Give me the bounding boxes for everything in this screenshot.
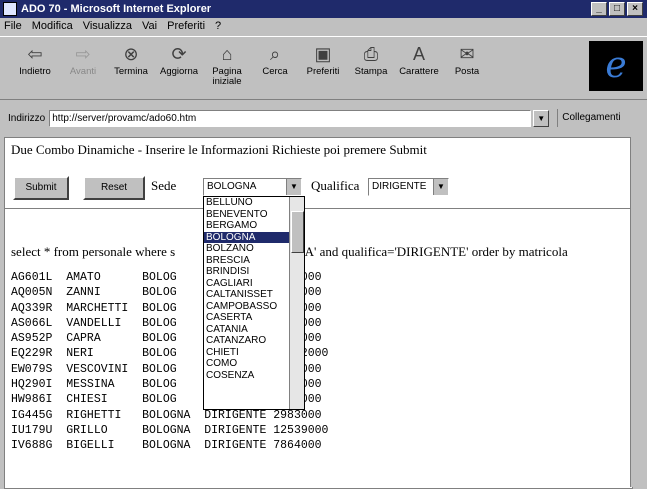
qualifica-value: DIRIGENTE bbox=[372, 181, 427, 192]
page-scrollbar[interactable] bbox=[630, 137, 645, 487]
close-button[interactable]: × bbox=[627, 2, 643, 16]
table-row: IU179U GRILLO BOLOGNA DIRIGENTE 12539000 bbox=[11, 423, 329, 437]
sql-text-left: select * from personale where s bbox=[11, 244, 176, 259]
sede-dropdown-list[interactable]: BELLUNO BENEVENTO BERGAMO BOLOGNA BOLZANO BRE… bbox=[203, 196, 305, 410]
menu-file[interactable]: File bbox=[4, 20, 22, 32]
address-label: Indirizzo bbox=[8, 112, 46, 124]
forward-arrow-icon: ⇨ bbox=[75, 44, 91, 64]
minimize-button[interactable]: _ bbox=[591, 2, 607, 16]
refresh-button[interactable]: ⟳ Aggiorna bbox=[154, 43, 204, 87]
mail-button[interactable]: ✉ Posta bbox=[442, 43, 492, 87]
address-bar: Indirizzo http://server/provamc/ado60.ht… bbox=[0, 107, 647, 129]
forward-button[interactable]: ⇨ Avanti bbox=[58, 43, 108, 87]
print-button[interactable]: ⎙ Stampa bbox=[346, 43, 396, 87]
reset-button[interactable]: Reset bbox=[83, 176, 145, 200]
address-dropdown-button[interactable]: ▼ bbox=[533, 109, 550, 127]
menu-vai[interactable]: Vai bbox=[142, 20, 157, 32]
stop-button[interactable]: ⊗ Termina bbox=[106, 43, 156, 87]
mail-icon: ✉ bbox=[459, 44, 475, 64]
maximize-button[interactable]: □ bbox=[609, 2, 625, 16]
sede-dropdown-arrow-icon[interactable]: ▼ bbox=[286, 179, 301, 195]
menu-modifica[interactable]: Modifica bbox=[32, 20, 73, 32]
home-button[interactable]: ⌂ Pagina iniziale bbox=[202, 43, 252, 87]
search-icon: ⌕ bbox=[269, 44, 281, 64]
menu-bar: File Modifica Visualizza Vai Preferiti ? bbox=[0, 18, 647, 34]
window-title: ADO 70 - Microsoft Internet Explorer bbox=[21, 3, 212, 15]
page-content: Due Combo Dinamiche - Inserire le Inform… bbox=[4, 137, 633, 489]
favorites-button[interactable]: ▣ Preferiti bbox=[298, 43, 348, 87]
ie-logo: e bbox=[589, 41, 643, 91]
menu-visualizza[interactable]: Visualizza bbox=[83, 20, 132, 32]
dropdown-scroll-thumb[interactable] bbox=[291, 211, 304, 253]
home-icon: ⌂ bbox=[221, 44, 233, 64]
title-bar: ADO 70 - Microsoft Internet Explorer _ □… bbox=[0, 0, 647, 18]
favorites-icon: ▣ bbox=[314, 44, 332, 64]
qualifica-select[interactable]: DIRIGENTE ▼ bbox=[368, 178, 449, 196]
sede-label: Sede bbox=[151, 178, 177, 193]
sede-select[interactable]: BOLOGNA ▼ bbox=[203, 178, 302, 196]
page-heading: Due Combo Dinamiche - Inserire le Inform… bbox=[11, 142, 427, 157]
dropdown-scrollbar[interactable] bbox=[289, 197, 304, 409]
back-arrow-icon: ⇦ bbox=[27, 44, 43, 64]
refresh-icon: ⟳ bbox=[171, 44, 187, 64]
divider bbox=[5, 208, 630, 209]
font-icon: A bbox=[412, 44, 425, 64]
address-input[interactable]: http://server/provamc/ado60.htm bbox=[49, 109, 532, 127]
ie-app-icon bbox=[3, 2, 17, 16]
toolbar: ⇦ Indietro ⇨ Avanti ⊗ Termina ⟳ Aggiorna ⌂ Pa… bbox=[0, 36, 647, 100]
menu-help[interactable]: ? bbox=[215, 20, 221, 32]
menu-preferiti[interactable]: Preferiti bbox=[167, 20, 205, 32]
table-row: IV688G BIGELLI BOLOGNA DIRIGENTE 7864000 bbox=[11, 439, 322, 453]
sql-text-right: NA' and qualifica='DIRIGENTE' order by m… bbox=[295, 244, 568, 259]
stop-icon: ⊗ bbox=[123, 44, 139, 64]
sede-value: BOLOGNA bbox=[207, 181, 257, 192]
back-button[interactable]: ⇦ Indietro bbox=[10, 43, 60, 87]
links-button[interactable]: Collegamenti bbox=[557, 109, 624, 127]
search-button[interactable]: ⌕ Cerca bbox=[250, 43, 300, 87]
qualifica-label: Qualifica bbox=[311, 178, 360, 193]
qualifica-dropdown-arrow-icon[interactable]: ▼ bbox=[433, 179, 448, 195]
print-icon: ⎙ bbox=[363, 44, 379, 64]
font-button[interactable]: A Carattere bbox=[394, 43, 444, 87]
submit-button[interactable]: Submit bbox=[13, 176, 69, 200]
